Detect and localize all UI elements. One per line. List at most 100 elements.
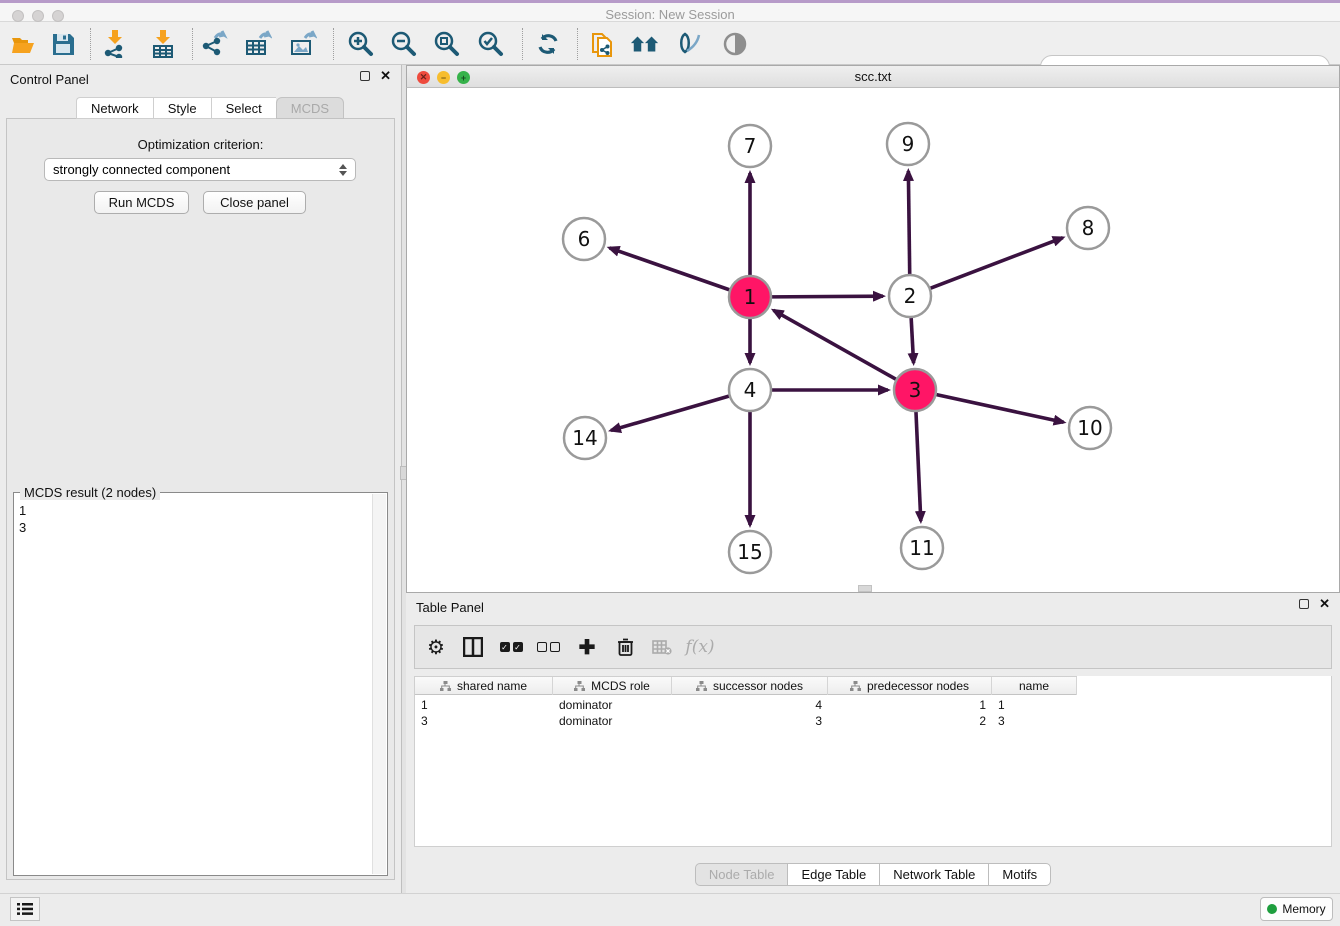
table-cell[interactable]: dominator	[553, 697, 672, 713]
delete-column-icon[interactable]	[611, 635, 639, 659]
criterion-select[interactable]: strongly connected component	[44, 158, 356, 181]
column-header-predecessor-nodes[interactable]: predecessor nodes	[828, 677, 992, 695]
copy-network-icon[interactable]	[588, 30, 618, 58]
graph-edge-2-3[interactable]	[911, 318, 913, 363]
mcds-result-item[interactable]: 1	[19, 502, 367, 519]
app-titlebar: Session: New Session	[0, 0, 1340, 22]
table-row[interactable]: 1dominator411	[415, 697, 1077, 713]
mcds-result-title: MCDS result (2 nodes)	[20, 485, 160, 500]
graph-edge-2-8[interactable]	[931, 238, 1063, 289]
column-header-name[interactable]: name	[992, 677, 1077, 695]
tab-mcds[interactable]: MCDS	[276, 97, 344, 119]
save-session-icon[interactable]	[48, 30, 78, 58]
table-cell[interactable]: 3	[415, 713, 553, 729]
table-cell[interactable]: 2	[828, 713, 992, 729]
svg-text:6: 6	[578, 227, 591, 251]
column-header-successor-nodes[interactable]: successor nodes	[672, 677, 828, 695]
svg-text:4: 4	[744, 378, 757, 402]
table-cell[interactable]: 3	[992, 713, 1077, 729]
table-cell[interactable]: 1	[828, 697, 992, 713]
table-cell[interactable]: 1	[992, 697, 1077, 713]
settings-gear-icon[interactable]: ⚙	[422, 635, 450, 659]
zoom-in-icon[interactable]	[345, 30, 375, 58]
memory-button[interactable]: Memory	[1260, 897, 1333, 921]
svg-text:2: 2	[904, 284, 917, 308]
graph-edge-1-6[interactable]	[609, 248, 729, 290]
tab-style[interactable]: Style	[153, 97, 211, 119]
graph-edge-2-9[interactable]	[908, 171, 909, 274]
table-cell[interactable]: 1	[415, 697, 553, 713]
zoom-selected-icon[interactable]	[475, 30, 505, 58]
export-table-icon[interactable]	[243, 30, 273, 58]
table-panel-tabs: Node Table Edge Table Network Table Moti…	[406, 863, 1340, 886]
graph-node-15[interactable]: 15	[729, 531, 771, 573]
graph-node-8[interactable]: 8	[1067, 207, 1109, 249]
tab-motifs[interactable]: Motifs	[988, 863, 1051, 886]
graph-node-11[interactable]: 11	[901, 527, 943, 569]
svg-text:7: 7	[744, 134, 757, 158]
tab-network[interactable]: Network	[76, 97, 153, 119]
graph-node-4[interactable]: 4	[729, 369, 771, 411]
graph-node-1[interactable]: 1	[729, 276, 771, 318]
graph-node-10[interactable]: 10	[1069, 407, 1111, 449]
network-divider-handle[interactable]	[858, 585, 872, 592]
float-panel-icon[interactable]	[360, 71, 370, 81]
graph-node-3[interactable]: 3	[894, 369, 936, 411]
graph-node-6[interactable]: 6	[563, 218, 605, 260]
open-session-icon[interactable]	[8, 30, 38, 58]
run-mcds-button[interactable]: Run MCDS	[94, 191, 189, 214]
table-cell[interactable]: 4	[672, 697, 828, 713]
graph-edge-3-10[interactable]	[936, 395, 1063, 423]
memory-label: Memory	[1282, 902, 1325, 916]
float-table-panel-icon[interactable]	[1299, 599, 1309, 609]
graph-node-7[interactable]: 7	[729, 125, 771, 167]
status-bar	[0, 893, 1340, 926]
graph-edge-3-1[interactable]	[774, 310, 896, 379]
table-row[interactable]: 3dominator323	[415, 713, 1077, 729]
graph-node-9[interactable]: 9	[887, 123, 929, 165]
annotations-icon[interactable]	[676, 30, 706, 58]
control-panel-title: Control Panel	[10, 72, 89, 87]
zoom-out-icon[interactable]	[388, 30, 418, 58]
deselect-all-icon[interactable]	[534, 635, 562, 659]
mcds-result-item[interactable]: 3	[19, 519, 367, 536]
column-header-shared-name[interactable]: shared name	[415, 677, 553, 695]
tree-icon	[574, 681, 585, 691]
graph-edge-1-2[interactable]	[772, 296, 883, 297]
network-graph-canvas[interactable]: 7 9 6 8 1 2 4 3 14 10 15 11	[407, 88, 1339, 592]
column-view-icon[interactable]	[459, 635, 487, 659]
toolbar-separator	[522, 28, 523, 60]
delete-table-icon	[648, 635, 676, 659]
svg-text:14: 14	[572, 426, 597, 450]
export-network-icon[interactable]	[200, 30, 230, 58]
tab-network-table[interactable]: Network Table	[879, 863, 988, 886]
tab-select[interactable]: Select	[211, 97, 276, 119]
graph-node-2[interactable]: 2	[889, 275, 931, 317]
table-cell[interactable]: dominator	[553, 713, 672, 729]
add-column-icon[interactable]: ✚	[573, 635, 601, 659]
close-table-panel-icon[interactable]: ✕	[1319, 599, 1330, 609]
tab-edge-table[interactable]: Edge Table	[787, 863, 879, 886]
svg-text:9: 9	[902, 132, 915, 156]
graph-node-14[interactable]: 14	[564, 417, 606, 459]
column-header-MCDS-role[interactable]: MCDS role	[553, 677, 672, 695]
svg-text:15: 15	[737, 540, 762, 564]
refresh-icon[interactable]	[533, 30, 563, 58]
import-network-icon[interactable]	[100, 30, 130, 58]
select-all-icon[interactable]: ✓✓	[497, 635, 525, 659]
import-table-icon[interactable]	[148, 30, 178, 58]
mcds-result-list[interactable]: 13	[15, 500, 371, 872]
table-cell[interactable]: 3	[672, 713, 828, 729]
export-image-icon[interactable]	[288, 30, 318, 58]
mcds-result-scrollbar[interactable]	[372, 494, 386, 874]
birdseye-view-icon[interactable]	[720, 30, 750, 58]
tree-icon	[850, 681, 861, 691]
graph-edge-3-11[interactable]	[916, 412, 921, 521]
tab-node-table[interactable]: Node Table	[695, 863, 788, 886]
graph-edge-4-14[interactable]	[611, 396, 729, 430]
close-panel-button[interactable]: Close panel	[203, 191, 306, 214]
close-panel-icon[interactable]: ✕	[380, 71, 391, 81]
task-history-button[interactable]	[10, 897, 40, 921]
home-layout-icon[interactable]	[630, 30, 660, 58]
zoom-fit-icon[interactable]	[431, 30, 461, 58]
